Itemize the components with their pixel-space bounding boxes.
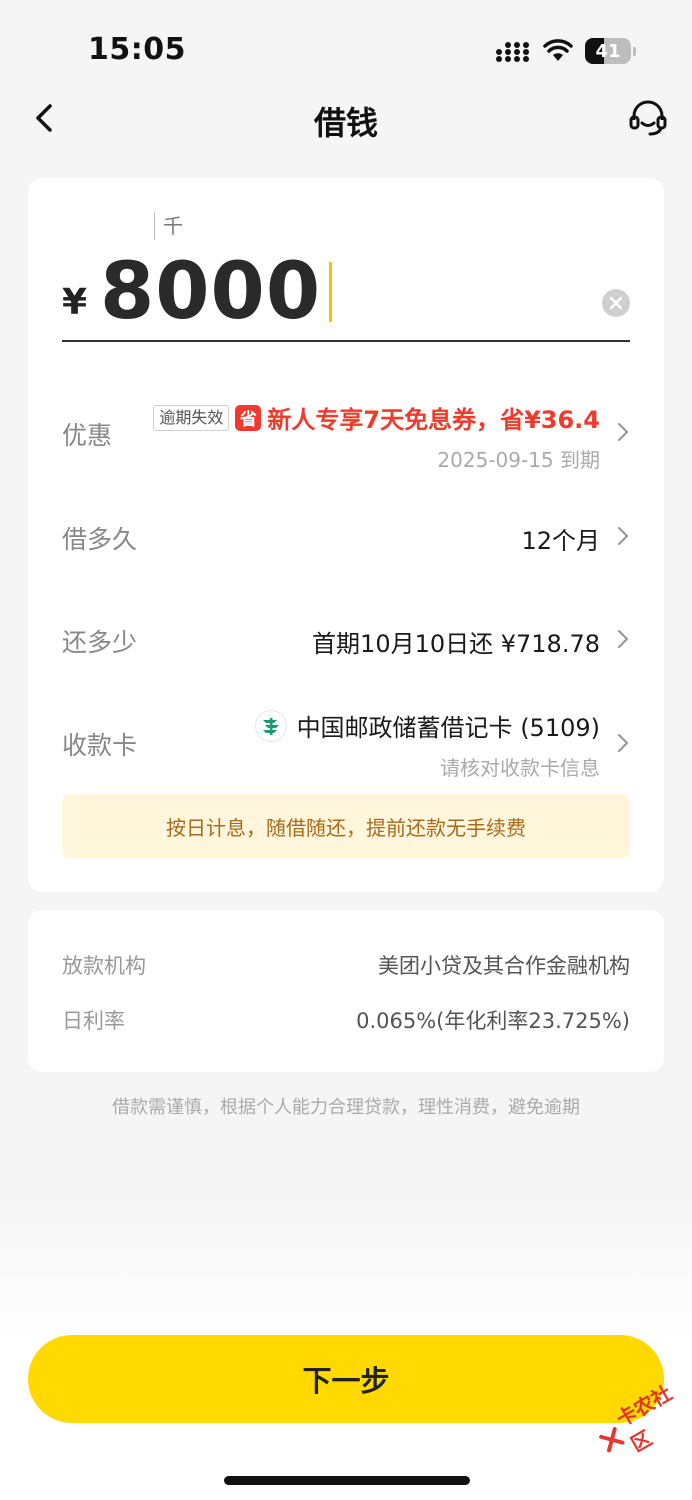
interest-notice: 按日计息，随借随还，提前还款无手续费 bbox=[62, 794, 630, 858]
coupon-text: 新人专享7天免息券，省¥36.4 bbox=[267, 406, 600, 434]
term-value: 12个月 bbox=[521, 527, 600, 555]
nav-bar: 借钱 bbox=[0, 88, 692, 148]
chevron-right-icon bbox=[617, 733, 629, 753]
amount-unit-hint: 千 bbox=[154, 212, 183, 240]
card-hint: 请核对收款卡信息 bbox=[440, 756, 600, 780]
expire-tag: 逾期失效 bbox=[153, 404, 230, 431]
coupon-line: 逾期失效 省 新人专享7天免息券，省¥36.4 bbox=[153, 400, 600, 435]
chevron-right-icon bbox=[617, 422, 629, 442]
headset-icon bbox=[629, 100, 667, 136]
amount-input[interactable]: 8000 bbox=[100, 242, 560, 342]
repay-row[interactable]: 还多少 首期10月10日还 ¥718.78 bbox=[62, 621, 630, 658]
status-time: 15:05 bbox=[88, 32, 186, 67]
lender-label: 放款机构 bbox=[62, 954, 146, 978]
discount-row[interactable]: 优惠 逾期失效 省 新人专享7天免息券，省¥36.4 2025-09-15 到期 bbox=[62, 400, 630, 472]
clear-icon bbox=[609, 296, 623, 310]
receiving-card-label: 收款卡 bbox=[62, 731, 138, 760]
amount-underline bbox=[62, 340, 630, 342]
bank-name: 中国邮政储蓄借记卡 (5109) bbox=[296, 714, 600, 742]
term-label: 借多久 bbox=[62, 525, 138, 554]
customer-service-button[interactable] bbox=[626, 96, 670, 140]
currency-symbol: ¥ bbox=[62, 282, 88, 323]
battery-level: 41 bbox=[595, 40, 621, 62]
postal-bank-logo-mark bbox=[262, 717, 279, 735]
clear-amount-button[interactable] bbox=[602, 289, 630, 317]
battery-body: 41 bbox=[585, 38, 631, 64]
cellular-signal-icon bbox=[496, 42, 529, 62]
rate-row: 日利率 0.065%(年化利率23.725%) bbox=[62, 1005, 630, 1035]
loan-info-card: 放款机构 美团小贷及其合作金融机构 日利率 0.065%(年化利率23.725%… bbox=[28, 910, 664, 1072]
loan-form-card: 千 ¥ 8000 优惠 逾期失效 省 新人专享7天免息券，省¥36.4 2025… bbox=[28, 178, 664, 892]
discount-label: 优惠 bbox=[62, 421, 113, 450]
page-title: 借钱 bbox=[313, 104, 378, 142]
next-step-button[interactable]: 下一步 bbox=[28, 1335, 664, 1423]
loan-disclaimer: 借款需谨慎，根据个人能力合理贷款，理性消费，避免逾期 bbox=[112, 1097, 580, 1118]
lender-row: 放款机构 美团小贷及其合作金融机构 bbox=[62, 950, 630, 980]
amount-value: 8000 bbox=[100, 247, 322, 337]
postal-bank-logo bbox=[254, 709, 287, 742]
lender-value: 美团小贷及其合作金融机构 bbox=[378, 954, 630, 978]
text-caret bbox=[329, 262, 333, 322]
repay-label: 还多少 bbox=[62, 628, 138, 657]
rate-value: 0.065%(年化利率23.725%) bbox=[356, 1009, 630, 1033]
status-bar: 15:05 41 bbox=[0, 0, 692, 100]
status-icons: 41 bbox=[495, 38, 636, 64]
bank-line: 中国邮政储蓄借记卡 (5109) bbox=[254, 708, 600, 743]
repay-value: 首期10月10日还 ¥718.78 bbox=[312, 630, 600, 658]
coupon-expiry: 2025-09-15 到期 bbox=[437, 448, 600, 472]
chevron-right-icon bbox=[617, 629, 629, 649]
battery-icon: 41 bbox=[585, 38, 636, 64]
battery-tip bbox=[633, 46, 636, 56]
wifi-icon bbox=[543, 39, 573, 61]
save-tag: 省 bbox=[235, 404, 262, 431]
rate-label: 日利率 bbox=[62, 1009, 125, 1033]
term-row[interactable]: 借多久 12个月 bbox=[62, 518, 630, 555]
home-indicator[interactable] bbox=[224, 1476, 470, 1485]
chevron-right-icon bbox=[617, 526, 629, 546]
receiving-card-row[interactable]: 收款卡 中国邮政储蓄借记卡 (5109) 请核对收款卡信息 bbox=[62, 708, 630, 780]
